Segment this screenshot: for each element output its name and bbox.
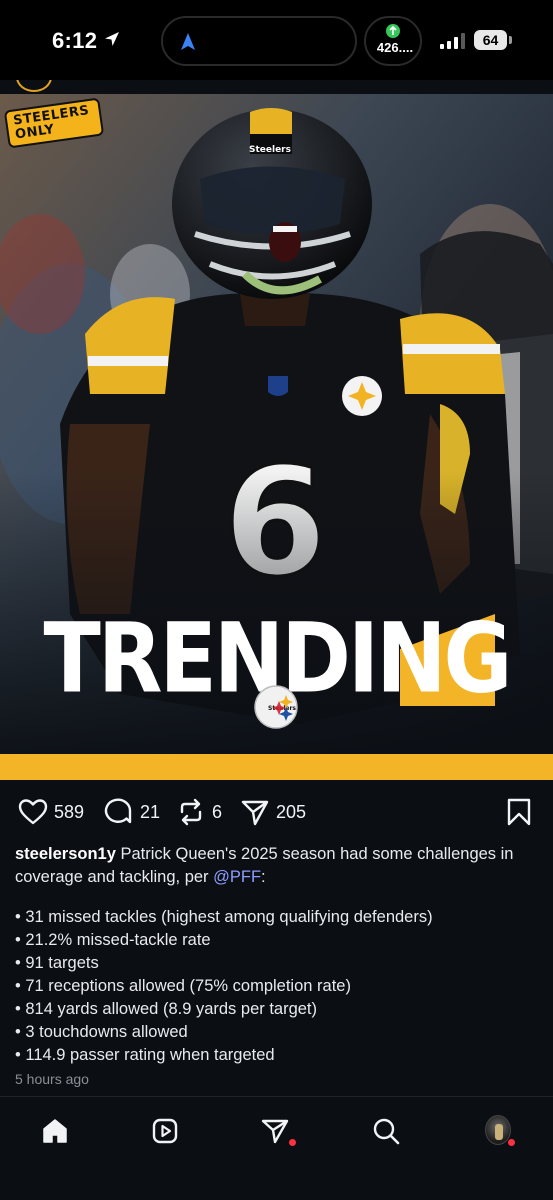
post-caption: steelerson1y Patrick Queen's 2025 season… (15, 843, 540, 889)
avatar[interactable] (16, 80, 52, 92)
post-timestamp[interactable]: 5 hours ago (15, 1071, 89, 1087)
comment-count: 21 (140, 802, 161, 822)
clock-time: 6:12 (52, 28, 98, 53)
caption-username[interactable]: steelerson1y (15, 845, 116, 863)
location-arrow-icon (105, 32, 119, 46)
comment-icon (104, 798, 132, 824)
list-item: • 31 missed tackles (highest among quali… (15, 908, 433, 926)
nav-home[interactable] (33, 1109, 77, 1153)
notification-dot (508, 1139, 515, 1146)
share-count: 205 (276, 802, 307, 822)
caption-mention[interactable]: @PFF (213, 868, 261, 886)
search-icon (373, 1118, 400, 1145)
reels-icon (152, 1118, 178, 1144)
dynamic-island[interactable] (161, 16, 357, 66)
bookmark-icon (507, 798, 531, 826)
bottom-nav (0, 1097, 553, 1200)
cellular-signal-icon (440, 33, 465, 49)
steelers-logo-icon: Steelers (254, 685, 298, 729)
upload-activity-indicator[interactable]: 426.... (364, 16, 422, 66)
list-item: • 814 yards allowed (8.9 yards per targe… (15, 1000, 318, 1018)
nav-search[interactable] (364, 1109, 408, 1153)
save-button[interactable] (506, 790, 534, 834)
direct-message-icon (261, 1119, 289, 1144)
comment-button[interactable]: 21 (104, 790, 166, 834)
list-item: • 21.2% missed-tackle rate (15, 931, 211, 949)
repost-button[interactable]: 6 (176, 790, 228, 834)
nav-reels[interactable] (143, 1109, 187, 1153)
list-item: • 71 receptions allowed (75% completion … (15, 977, 351, 995)
post-actions: 589 21 6 205 (0, 790, 553, 834)
nav-direct[interactable] (253, 1109, 297, 1153)
upload-arrow-icon (386, 24, 400, 38)
post-header-partial (0, 80, 553, 94)
navigation-arrow-icon (181, 33, 195, 50)
gold-accent-strip (0, 754, 553, 780)
heart-icon (18, 799, 48, 825)
like-count: 589 (54, 802, 85, 822)
send-icon (241, 800, 269, 826)
stats-list: • 31 missed tackles (highest among quali… (15, 906, 545, 1067)
home-icon (43, 1119, 67, 1143)
battery-level: 64 (474, 30, 507, 50)
repost-icon (180, 798, 202, 826)
post-image[interactable]: 6 Steelers STEELERS ONLY TRENDING Steele… (0, 94, 553, 780)
notification-dot (289, 1139, 296, 1146)
list-item: • 3 touchdowns allowed (15, 1023, 188, 1041)
battery-tip (509, 36, 512, 44)
nav-profile[interactable] (475, 1109, 519, 1153)
list-item: • 91 targets (15, 954, 99, 972)
repost-count: 6 (212, 802, 223, 822)
caption-text-end: : (261, 868, 266, 886)
share-button[interactable]: 205 (240, 790, 320, 834)
activity-value: 426.... (376, 40, 414, 55)
status-bar: 6:12 426.... 64 (0, 0, 553, 80)
like-button[interactable]: 589 (18, 790, 96, 834)
profile-avatar (485, 1115, 511, 1145)
list-item: • 114.9 passer rating when targeted (15, 1046, 275, 1064)
